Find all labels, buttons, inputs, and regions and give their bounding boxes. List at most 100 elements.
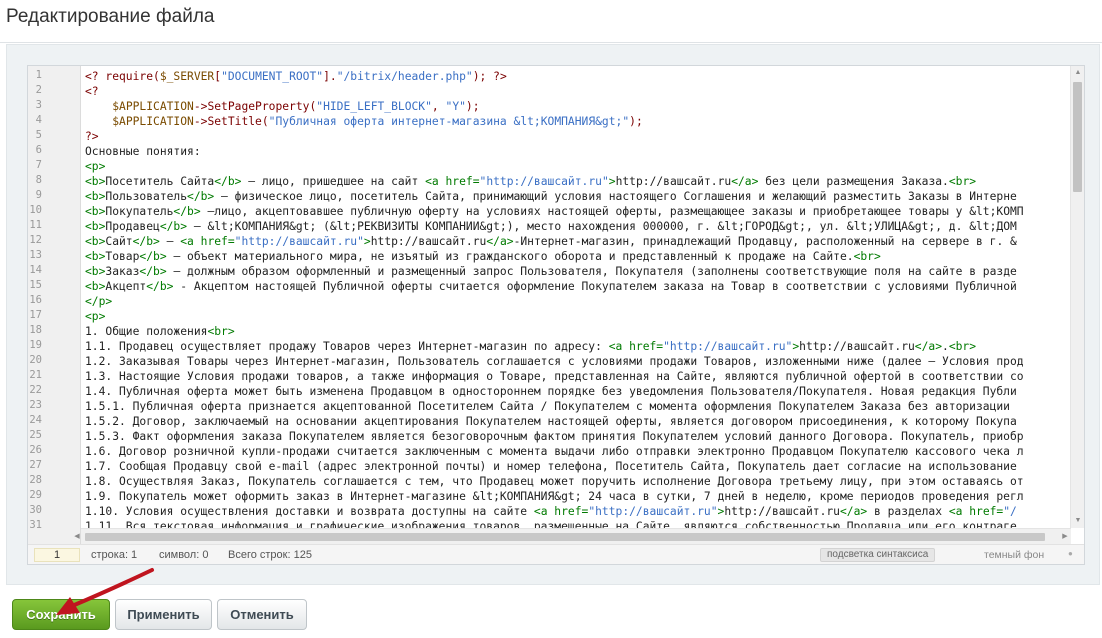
code-token: <? [85, 70, 106, 83]
code-token: 1.9. Покупатель может оформить заказ в И… [85, 490, 1024, 503]
code-token: <b> [85, 175, 106, 188]
code-line: $APPLICATION->SetTitle("Публичная оферта… [85, 114, 643, 129]
code-line: $APPLICATION->SetPageProperty("HIDE_LEFT… [85, 99, 479, 114]
code-token: 1.4. Публичная оферта может быть изменен… [85, 385, 1017, 398]
code-token: <a href= [608, 340, 664, 353]
line-number: 5 [35, 129, 42, 141]
code-line: 1.3. Настоящие Условия продажи товаров, … [85, 369, 1024, 384]
code-token: — [159, 235, 181, 248]
code-line: 1.9. Покупатель может оформить заказ в И… [85, 489, 1024, 504]
code-line: 1. Общие положения<br> [85, 324, 235, 339]
code-token: Покупатель [105, 205, 174, 218]
vertical-scrollbar[interactable]: ▲ ▼ [1070, 66, 1084, 528]
scroll-left-arrow-icon[interactable]: ◀ [71, 529, 83, 544]
code-token: Продавец [105, 220, 160, 233]
code-token: 1. Общие положения [85, 325, 208, 338]
line-number: 27 [29, 459, 42, 471]
code-token: "DOCUMENT_ROOT" [221, 70, 324, 83]
save-button[interactable]: Сохранить [12, 599, 110, 630]
code-token: </b> [159, 220, 188, 233]
line-number: 16 [29, 294, 42, 306]
code-token: </a> [839, 505, 868, 518]
code-token: 1.3. Настоящие Условия продажи товаров, … [85, 370, 1024, 383]
line-number: 23 [29, 399, 42, 411]
code-token: <br> [853, 250, 881, 263]
syntax-highlight-toggle[interactable]: подсветка синтаксиса [820, 548, 936, 562]
line-number: 9 [35, 189, 42, 201]
code-token: 1.6. Договор розничной купли-продажи счи… [85, 445, 1024, 458]
line-number: 31 [29, 519, 42, 531]
code-token: 1.8. Осуществляя Заказ, Покупатель согла… [85, 475, 1024, 488]
code-token: http://вашсайт.ru [799, 340, 915, 353]
code-token: Акцепт [105, 280, 147, 293]
line-number: 26 [29, 444, 42, 456]
code-token: ->SetPageProperty( [193, 100, 317, 113]
code-token: <? [85, 85, 99, 98]
code-token: <br> [948, 340, 977, 353]
code-token: > [608, 175, 616, 188]
code-token: ->SetTitle( [193, 115, 269, 128]
code-editor[interactable]: 1 2 3 4 5 6 7 8 9 10 11 12 13 14 15 16 17 18 19 20 21 22 23 24 2… [27, 65, 1085, 565]
cursor-symbol: символ: 0 [159, 549, 209, 561]
scroll-down-arrow-icon[interactable]: ▼ [1071, 514, 1084, 528]
code-token: 1.5.1. Публичная оферта признается акцеп… [85, 400, 1010, 413]
code-token: </a> [731, 175, 759, 188]
cancel-button[interactable]: Отменить [217, 599, 307, 630]
line-number: 11 [29, 219, 42, 231]
code-token: Пользователь [105, 190, 188, 203]
horizontal-scroll-thumb[interactable] [85, 533, 1045, 541]
horizontal-scrollbar[interactable]: ◀ ▶ [74, 528, 1071, 544]
code-token: <b> [85, 265, 106, 278]
code-line: 1.8. Осуществляя Заказ, Покупатель согла… [85, 474, 1024, 489]
line-number: 20 [29, 354, 42, 366]
code-token: 1.1. Продавец осуществляет продажу Товар… [85, 340, 609, 353]
code-line: <b>Сайт</b> — <a href="http://вашсайт.ru… [85, 234, 1017, 249]
code-token: require [105, 70, 154, 83]
code-token: <br> [948, 175, 977, 188]
code-token: ?> [85, 130, 99, 143]
code-line: ?> [85, 129, 99, 144]
goto-line-input[interactable]: 1 [34, 548, 80, 562]
code-token: $_SERVER [159, 70, 215, 83]
code-line: <b>Посетитель Сайта</b> — лицо, пришедше… [85, 174, 976, 189]
code-token: <p> [85, 160, 106, 173]
vertical-scroll-thumb[interactable] [1073, 82, 1082, 192]
code-line: 1.5.3. Факт оформления заказа Покупателе… [85, 429, 1024, 444]
line-number: 12 [29, 234, 42, 246]
code-token: <br> [207, 325, 235, 338]
code-token: 1.7. Сообщая Продавцу свой e-mail (адрес… [85, 460, 1017, 473]
code-token: "HIDE_LEFT_BLOCK" [316, 100, 432, 113]
code-token: - Акцептом настоящей Публичной оферты сч… [173, 280, 1017, 293]
line-number: 1 [35, 69, 42, 81]
dark-theme-toggle[interactable]: темный фон [984, 548, 1044, 562]
scroll-right-arrow-icon[interactable]: ▶ [1059, 529, 1071, 544]
code-token: ); [629, 115, 643, 128]
code-token: -Интернет-магазин, принадлежащий Продавц… [513, 235, 1017, 248]
code-token: —лицо, акцептовавшее публичную оферту на… [200, 205, 1024, 218]
scroll-up-arrow-icon[interactable]: ▲ [1071, 66, 1084, 80]
code-line: 1.5.1. Публичная оферта признается акцеп… [85, 399, 1010, 414]
code-token: 1.5.3. Факт оформления заказа Покупателе… [85, 430, 1024, 443]
apply-button[interactable]: Применить [115, 599, 212, 630]
code-line: 1.1. Продавец осуществляет продажу Товар… [85, 339, 976, 354]
line-number: 30 [29, 504, 42, 516]
line-number: 17 [29, 309, 42, 321]
resize-handle-icon[interactable]: ● [1068, 549, 1073, 558]
code-token: Товар [105, 250, 140, 263]
code-token: http://вашсайт.ru [370, 235, 487, 248]
code-token: ); ?> [472, 70, 507, 83]
code-area[interactable]: <? require($_SERVER["DOCUMENT_ROOT"]."/b… [85, 66, 1069, 528]
editor-panel: 1 2 3 4 5 6 7 8 9 10 11 12 13 14 15 16 17 18 19 20 21 22 23 24 2… [6, 44, 1100, 585]
editor-status-bar: 1 строка: 1 символ: 0 Всего строк: 125 п… [28, 544, 1084, 564]
code-line: Основные понятия: [85, 144, 201, 159]
code-token: 1.2. Заказывая Товары через Интернет-маг… [85, 355, 1024, 368]
code-token: </p> [85, 295, 113, 308]
code-token: 1.5.2. Договор, заключаемый на основании… [85, 415, 1017, 428]
code-token: </b> [132, 235, 160, 248]
line-number: 29 [29, 489, 42, 501]
code-line: <b>Товар</b> — объект материального мира… [85, 249, 881, 264]
title-divider [0, 42, 1102, 43]
code-line: 1.2. Заказывая Товары через Интернет-маг… [85, 354, 1024, 369]
line-number: 13 [29, 249, 42, 261]
code-token: </b> [173, 205, 201, 218]
